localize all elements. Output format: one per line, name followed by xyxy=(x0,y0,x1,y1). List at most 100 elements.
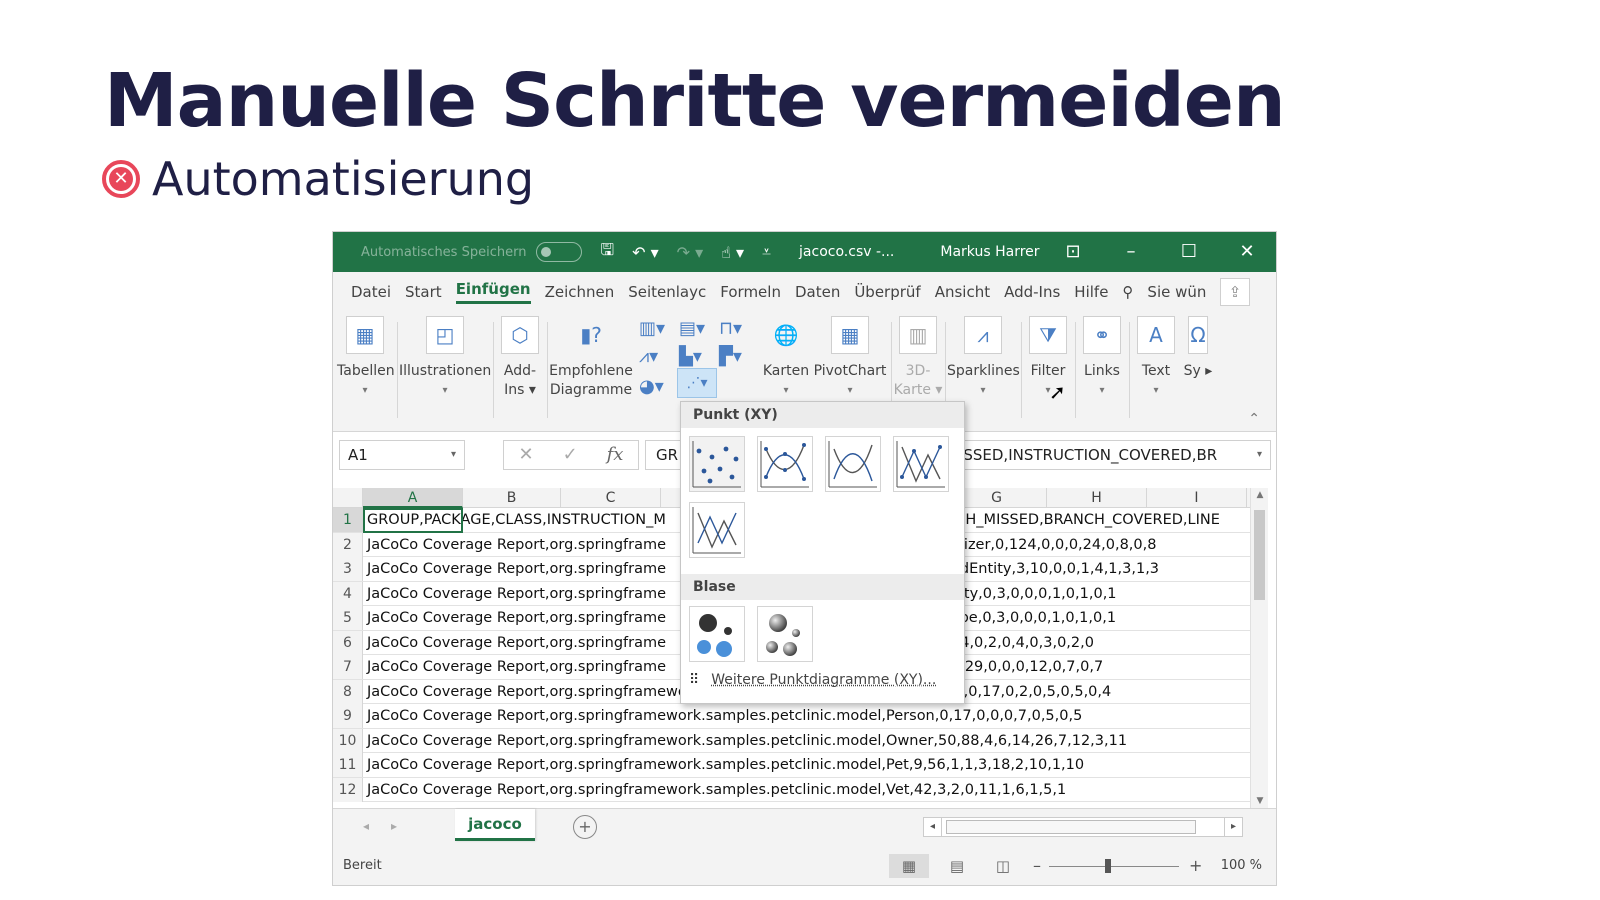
tab-formeln[interactable]: Formeln xyxy=(720,283,781,301)
illustrations-button[interactable]: ◰ Illustrationen ▾ xyxy=(399,316,491,400)
row-header[interactable]: 8 xyxy=(333,679,363,704)
function-icon[interactable]: fx xyxy=(607,441,624,469)
text-button[interactable]: A Text ▾ xyxy=(1131,316,1181,400)
scatter-chart-icon[interactable]: ⋰▾ xyxy=(677,368,717,398)
tab-hilfe[interactable]: Hilfe xyxy=(1074,283,1108,301)
row-header[interactable]: 3 xyxy=(333,557,363,581)
tab-addins[interactable]: Add-Ins xyxy=(1004,283,1060,301)
vertical-scrollbar[interactable]: ▲ ▼ xyxy=(1250,488,1268,808)
3d-bubble-chart-icon[interactable] xyxy=(757,606,813,662)
normal-view-icon[interactable]: ▦ xyxy=(889,854,929,878)
scroll-down-icon[interactable]: ▼ xyxy=(1251,796,1269,806)
row-cell-right[interactable]: ICH_MISSED,BRANCH_COVERED,LINE xyxy=(951,508,1220,532)
zoom-level[interactable]: 100 % xyxy=(1221,858,1262,873)
links-button[interactable]: ⚭ Links ▾ xyxy=(1077,316,1127,400)
column-header-c[interactable]: C xyxy=(561,488,661,508)
row-header[interactable]: 12 xyxy=(333,777,363,802)
row-cell-left[interactable]: JaCoCo Coverage Report,org.springframe xyxy=(367,582,666,606)
scroll-right-icon[interactable]: ▸ xyxy=(1224,818,1242,836)
pie-chart-icon[interactable]: ◕▾ xyxy=(639,376,664,397)
tell-me-search[interactable]: Sie wün xyxy=(1147,283,1206,301)
row-cell-left[interactable]: JaCoCo Coverage Report,org.springframe xyxy=(367,631,666,655)
row-header[interactable]: 7 xyxy=(333,655,363,679)
customize-toolbar-icon[interactable]: ⩡ xyxy=(762,242,771,262)
maps-button[interactable]: 🌐 Karten ▾ xyxy=(761,316,811,400)
share-icon[interactable]: ⇪ xyxy=(1220,278,1250,306)
tab-seitenlayout[interactable]: Seitenlayc xyxy=(628,283,706,301)
horizontal-scroll-thumb[interactable] xyxy=(946,820,1196,834)
ribbon-display-icon[interactable]: ⊡ xyxy=(1044,232,1102,272)
touch-mode-icon[interactable]: ☝ ▾ xyxy=(721,243,744,262)
minimize-icon[interactable]: – xyxy=(1102,232,1160,272)
bubble-chart-icon[interactable] xyxy=(689,606,745,662)
scatter-smooth-markers-icon[interactable] xyxy=(757,436,813,492)
horizontal-scrollbar[interactable]: ◂ ▸ xyxy=(923,817,1243,837)
row-cell-left[interactable]: JaCoCo Coverage Report,org.springframe xyxy=(367,533,666,557)
row-header[interactable]: 9 xyxy=(333,704,363,728)
scatter-smooth-lines-icon[interactable] xyxy=(825,436,881,492)
collapse-ribbon-icon[interactable]: ⌃ xyxy=(1248,411,1260,427)
row-cell-right[interactable]: edEntity,3,10,0,0,1,4,1,3,1,3 xyxy=(951,557,1159,581)
zoom-out-icon[interactable]: – xyxy=(1033,856,1041,875)
column-chart-icon[interactable]: ▥▾ xyxy=(639,318,665,339)
search-icon[interactable]: ⚲ xyxy=(1122,283,1133,301)
row-header[interactable]: 4 xyxy=(333,581,363,606)
maximize-icon[interactable]: ☐ xyxy=(1160,232,1218,272)
tab-datei[interactable]: Datei xyxy=(351,283,391,301)
row-cell-right[interactable]: 14,0,2,0,4,0,3,0,2,0 xyxy=(951,631,1094,655)
name-box[interactable]: A1 ▾ xyxy=(339,440,465,470)
row-cell-right[interactable]: 0,29,0,0,0,12,0,7,0,7 xyxy=(951,655,1103,679)
tab-daten[interactable]: Daten xyxy=(795,283,840,301)
row-header[interactable]: 11 xyxy=(333,753,363,777)
scroll-thumb[interactable] xyxy=(1254,510,1265,600)
scatter-straight-lines-icon[interactable] xyxy=(689,502,745,558)
confirm-icon[interactable]: ✓ xyxy=(563,441,578,469)
more-scatter-charts-link[interactable]: ⠿ Weitere Punktdiagramme (XY)... xyxy=(689,672,936,688)
row-header[interactable]: 2 xyxy=(333,532,363,557)
line-chart-icon[interactable]: ⩘▾ xyxy=(639,346,658,367)
save-icon[interactable]: 🖫 xyxy=(600,239,614,266)
statistic-chart-icon[interactable]: ▙▾ xyxy=(679,346,702,367)
add-sheet-icon[interactable]: + xyxy=(573,815,597,839)
page-layout-view-icon[interactable]: ▤ xyxy=(937,854,977,878)
tab-start[interactable]: Start xyxy=(405,283,442,301)
user-name[interactable]: Markus Harrer xyxy=(940,244,1039,260)
tab-ansicht[interactable]: Ansicht xyxy=(935,283,990,301)
sheet-tab-jacoco[interactable]: jacoco xyxy=(455,809,535,841)
scroll-left-icon[interactable]: ◂ xyxy=(924,818,942,836)
symbols-button[interactable]: Ω Sy ▸ xyxy=(1183,316,1213,381)
row-cell-left[interactable]: GROUP,PACKAGE,CLASS,INSTRUCTION_M xyxy=(367,508,666,532)
row-cell-right[interactable]: alizer,0,124,0,0,0,24,0,8,0,8 xyxy=(951,533,1156,557)
tables-button[interactable]: ▦ Tabellen ▾ xyxy=(337,316,395,400)
row-cell-left[interactable]: JaCoCo Coverage Report,org.springframewo… xyxy=(367,753,1084,777)
row-header[interactable]: 10 xyxy=(333,728,363,753)
scatter-markers-only-icon[interactable] xyxy=(689,436,745,492)
recommended-charts-button[interactable]: ▮? Empfohlene Diagramme xyxy=(549,316,633,400)
column-header-b[interactable]: B xyxy=(463,488,561,508)
row-cell-left[interactable]: JaCoCo Coverage Report,org.springframe xyxy=(367,655,666,679)
scatter-straight-markers-icon[interactable] xyxy=(893,436,949,492)
row-cell-left[interactable]: JaCoCo Coverage Report,org.springframewo… xyxy=(367,729,1127,753)
row-cell-right[interactable]: alty,0,3,0,0,0,1,0,1,0,1 xyxy=(951,582,1117,606)
row-header[interactable]: 6 xyxy=(333,630,363,655)
page-break-view-icon[interactable]: ◫ xyxy=(983,854,1023,878)
addins-button[interactable]: ⬡ Add- Ins ▾ xyxy=(495,316,545,400)
tab-zeichnen[interactable]: Zeichnen xyxy=(545,283,615,301)
autosave-toggle[interactable] xyxy=(536,242,583,262)
row-cell-right[interactable]: ype,0,3,0,0,0,1,0,1,0,1 xyxy=(951,606,1116,630)
undo-icon[interactable]: ↶ ▾ xyxy=(632,243,659,262)
pivotchart-button[interactable]: ▦ PivotChart ▾ xyxy=(811,316,889,400)
sheet-nav-arrows[interactable]: ◂▸ xyxy=(363,819,419,833)
scroll-up-icon[interactable]: ▲ xyxy=(1251,490,1269,500)
sparklines-button[interactable]: ⩘ Sparklines ▾ xyxy=(947,316,1020,400)
row-header[interactable]: 1 xyxy=(333,508,363,532)
cancel-icon[interactable]: ✕ xyxy=(518,441,533,469)
column-header-a[interactable]: A xyxy=(363,488,463,508)
row-cell-left[interactable]: JaCoCo Coverage Report,org.springframe xyxy=(367,557,666,581)
close-icon[interactable]: ✕ xyxy=(1218,232,1276,272)
row-cell-left[interactable]: JaCoCo Coverage Report,org.springframewo… xyxy=(367,704,1082,728)
3d-map-button[interactable]: ▥ 3D- Karte ▾ xyxy=(893,316,943,400)
tab-ueberpruefen[interactable]: Überprüf xyxy=(854,283,920,301)
waterfall-chart-icon[interactable]: ⊓▾ xyxy=(719,318,742,339)
redo-icon[interactable]: ↷ ▾ xyxy=(677,243,704,262)
